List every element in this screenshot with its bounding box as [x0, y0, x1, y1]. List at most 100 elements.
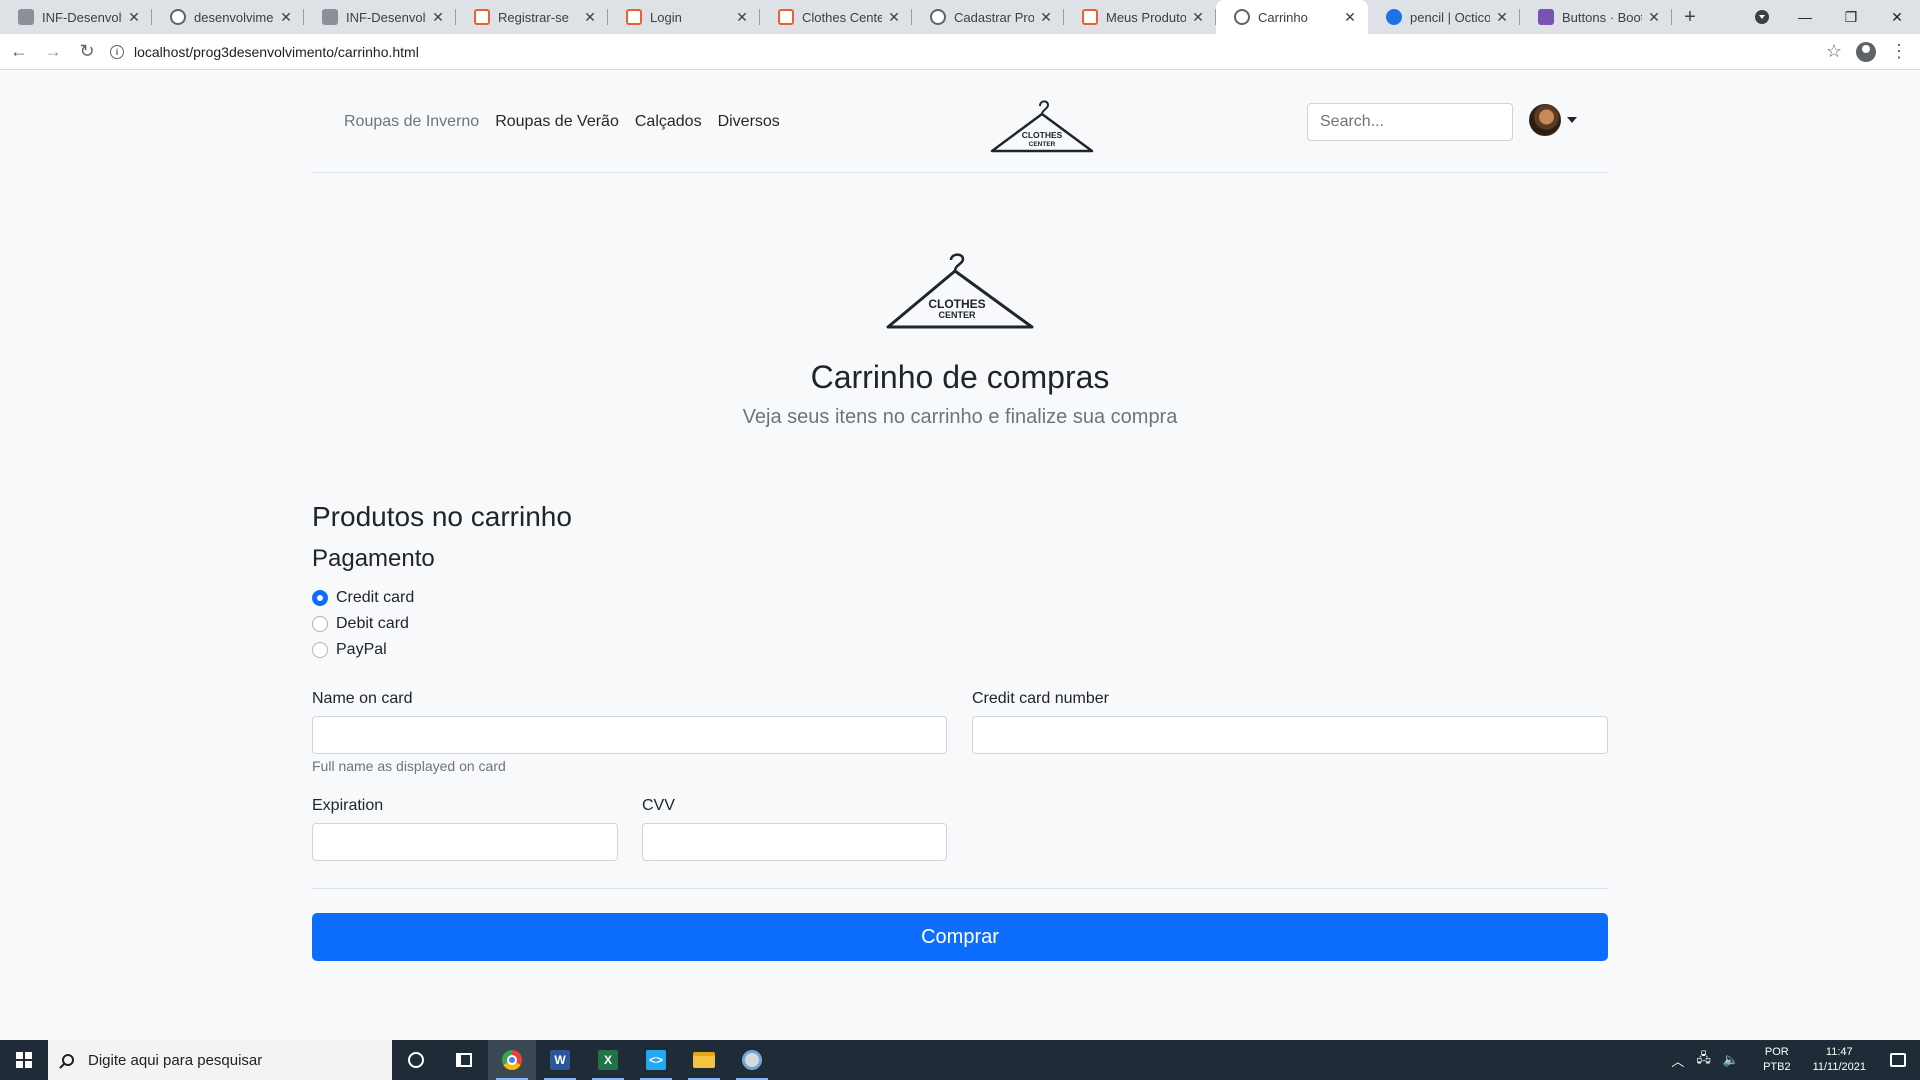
github-icon — [1386, 9, 1402, 25]
tab-title: Registrar-se — [498, 9, 569, 25]
back-button[interactable]: ← — [4, 37, 34, 67]
user-menu[interactable] — [1529, 104, 1577, 136]
taskbar-word[interactable]: W — [536, 1040, 584, 1080]
browser-tab[interactable]: Login ✕ — [608, 0, 760, 34]
buy-button[interactable]: Comprar — [312, 913, 1608, 961]
site-info-icon[interactable]: i — [110, 44, 124, 59]
globe-icon — [930, 9, 946, 25]
bookmark-star-icon[interactable]: ☆ — [1826, 41, 1842, 62]
taskbar-search-placeholder: Digite aqui para pesquisar — [88, 1051, 263, 1069]
close-tab-icon[interactable]: ✕ — [1190, 9, 1206, 26]
browser-tab[interactable]: desenvolvimento✕ — [152, 0, 304, 34]
tab-title: Buttons · Bootstr — [1562, 9, 1642, 25]
expiration-input[interactable] — [312, 823, 618, 861]
network-icon[interactable]: 🖧 — [1696, 1049, 1711, 1071]
browser-tab[interactable]: Carrinho ✕ — [1216, 0, 1368, 34]
task-view-button[interactable] — [440, 1040, 488, 1080]
browser-tab[interactable]: pencil | Octicons✕ — [1368, 0, 1520, 34]
restore-button[interactable]: ❐ — [1828, 0, 1874, 34]
caret-down-icon[interactable] — [1567, 117, 1577, 123]
taskbar-vscode[interactable]: <> — [632, 1040, 680, 1080]
chevron-up-icon[interactable]: ︿ — [1671, 1051, 1684, 1070]
expiration-group: Expiration — [312, 797, 618, 861]
payment-option[interactable]: Debit card — [312, 611, 1608, 637]
start-button[interactable] — [0, 1040, 48, 1080]
tab-list: INF-Desenvolvim✕desenvolvimento✕INF-Dese… — [0, 0, 1672, 34]
card-number-input[interactable] — [972, 716, 1608, 754]
browser-tab[interactable]: INF-Desenvolvim✕ — [304, 0, 456, 34]
menu-kebab-icon[interactable]: ⋮ — [1890, 41, 1908, 62]
browser-tab[interactable]: Cadastrar Produ✕ — [912, 0, 1064, 34]
taskbar-excel[interactable]: X — [584, 1040, 632, 1080]
name-on-card-group: Name on card Full name as displayed on c… — [312, 690, 947, 774]
main-nav: Roupas de Inverno Roupas de Verão Calçados… — [336, 113, 788, 131]
nav-link[interactable]: Calçados — [627, 113, 710, 131]
close-tab-icon[interactable]: ✕ — [1342, 9, 1358, 26]
toolbar-right: ☆ ⋮ — [1826, 41, 1908, 62]
payment-option[interactable]: PayPal — [312, 637, 1608, 663]
close-tab-icon[interactable]: ✕ — [1646, 9, 1662, 26]
payment-option-label: PayPal — [336, 641, 387, 658]
name-on-card-input[interactable] — [312, 716, 947, 754]
close-tab-icon[interactable]: ✕ — [126, 9, 142, 26]
url-text[interactable]: localhost/prog3desenvolvimento/carrinho.… — [134, 44, 419, 60]
folder-icon — [693, 1052, 715, 1068]
minimize-button[interactable]: — — [1782, 0, 1828, 34]
chrome-icon — [502, 1050, 522, 1070]
cortana-button[interactable] — [392, 1040, 440, 1080]
close-window-button[interactable]: ✕ — [1874, 0, 1920, 34]
products-heading: Produtos no carrinho — [312, 501, 572, 532]
tab-title: Login — [650, 9, 682, 25]
taskbar-chrome[interactable] — [488, 1040, 536, 1080]
taskbar-paint[interactable] — [728, 1040, 776, 1080]
omnibox[interactable]: i localhost/prog3desenvolvimento/carrinh… — [110, 38, 1826, 66]
profile-icon[interactable] — [1856, 41, 1876, 62]
tab-title: INF-Desenvolvim — [42, 9, 122, 25]
browser-tab[interactable]: INF-Desenvolvim✕ — [0, 0, 152, 34]
document-icon — [322, 9, 338, 25]
search-input[interactable] — [1307, 103, 1513, 141]
browser-tab[interactable]: Buttons · Bootstr✕ — [1520, 0, 1672, 34]
xampp-icon — [626, 9, 642, 25]
task-view-icon — [456, 1053, 472, 1067]
clothes-center-logo[interactable]: CLOTHES CENTER — [990, 97, 1094, 155]
language-indicator[interactable]: POR PTB2 — [1763, 1045, 1791, 1075]
close-tab-icon[interactable]: ✕ — [1494, 9, 1510, 26]
radio-button[interactable] — [312, 642, 328, 658]
tab-search-icon — [1755, 10, 1769, 24]
hero-logo: CLOTHES CENTER — [886, 253, 1034, 329]
globe-icon — [170, 9, 186, 25]
browser-tab[interactable]: Registrar-se ✕ — [456, 0, 608, 34]
clock[interactable]: 11:47 11/11/2021 — [1813, 1045, 1866, 1075]
browser-tab-strip: INF-Desenvolvim✕desenvolvimento✕INF-Dese… — [0, 0, 1920, 34]
radio-button[interactable] — [312, 590, 328, 606]
notification-center-button[interactable] — [1876, 1040, 1920, 1080]
forward-button[interactable]: → — [38, 37, 68, 67]
keyboard-layout: PTB2 — [1763, 1061, 1791, 1073]
checkout-section: Produtos no carrinho Pagamento Credit ca… — [312, 501, 1608, 663]
close-tab-icon[interactable]: ✕ — [1038, 9, 1054, 26]
payment-option[interactable]: Credit card — [312, 585, 1608, 611]
reload-button[interactable]: ↻ — [72, 37, 102, 67]
nav-link[interactable]: Diversos — [710, 113, 788, 131]
new-tab-button[interactable]: + — [1672, 0, 1708, 34]
close-tab-icon[interactable]: ✕ — [278, 9, 294, 26]
clock-time: 11:47 — [1825, 1046, 1853, 1058]
volume-icon[interactable]: 🔈 — [1723, 1052, 1739, 1068]
browser-tab[interactable]: Clothes Center ✕ — [760, 0, 912, 34]
cvv-input[interactable] — [642, 823, 947, 861]
avatar[interactable] — [1529, 104, 1561, 136]
close-tab-icon[interactable]: ✕ — [430, 9, 446, 26]
site-header: Roupas de Inverno Roupas de Verão Calçados… — [312, 71, 1608, 173]
radio-button[interactable] — [312, 616, 328, 632]
close-tab-icon[interactable]: ✕ — [734, 9, 750, 26]
taskbar-file-explorer[interactable] — [680, 1040, 728, 1080]
close-tab-icon[interactable]: ✕ — [582, 9, 598, 26]
browser-tab[interactable]: Meus Produtos ✕ — [1064, 0, 1216, 34]
tab-title: desenvolvimento — [194, 9, 274, 25]
taskbar-search[interactable]: Digite aqui para pesquisar — [48, 1040, 392, 1080]
nav-link[interactable]: Roupas de Inverno — [336, 113, 487, 131]
nav-link[interactable]: Roupas de Verão — [487, 113, 627, 131]
close-tab-icon[interactable]: ✕ — [886, 9, 902, 26]
tab-search-button[interactable] — [1742, 0, 1782, 34]
